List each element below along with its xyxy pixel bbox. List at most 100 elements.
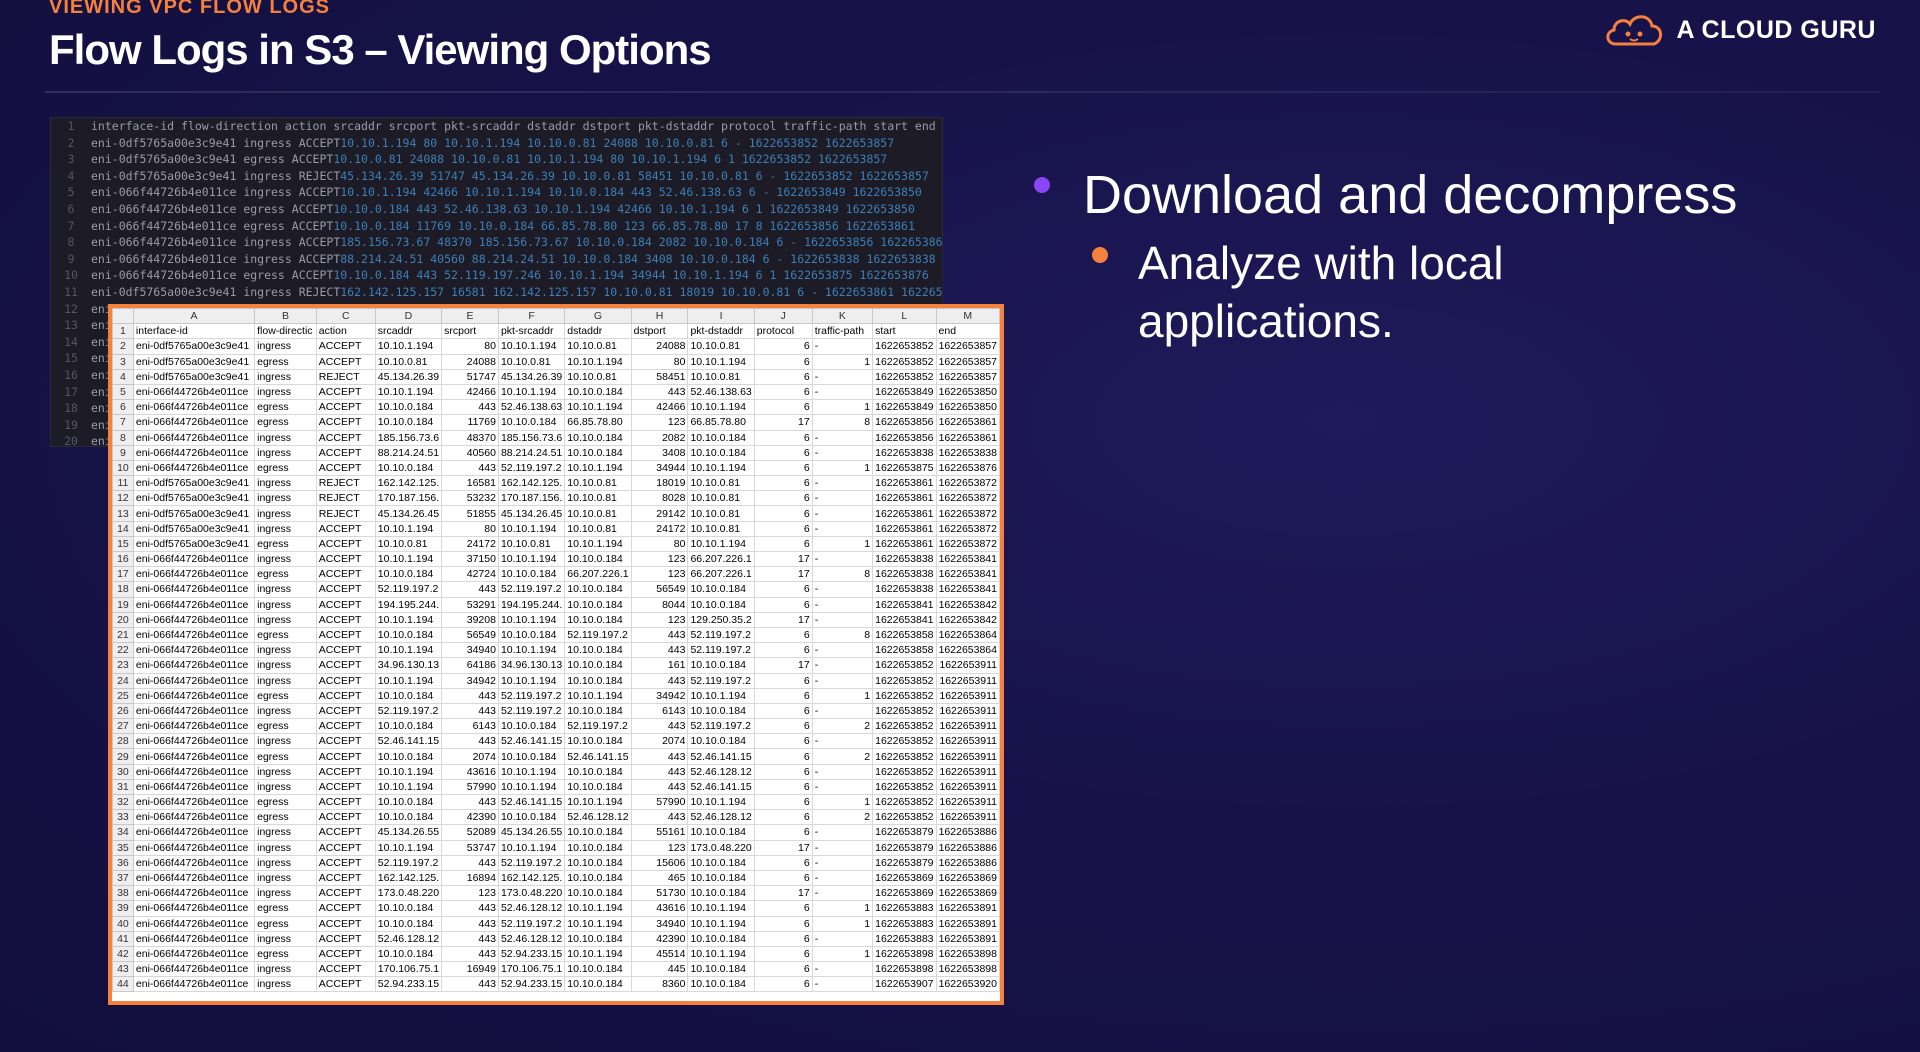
table-cell[interactable]: 52.94.233.15 [497, 945, 566, 963]
table-cell[interactable]: eni-066f44726b4e011ce [132, 702, 256, 720]
table-cell[interactable]: eni-066f44726b4e011ce [132, 444, 256, 461]
table-cell[interactable]: ingress [254, 930, 317, 947]
table-cell[interactable]: 6 [753, 763, 813, 780]
table-cell[interactable]: 58451 [630, 368, 689, 385]
table-cell[interactable]: ingress [254, 444, 317, 461]
table-cell[interactable]: eni-066f44726b4e011ce [132, 809, 256, 826]
table-cell[interactable]: 10.10.0.81 [564, 475, 632, 492]
table-cell[interactable]: 10.10.1.194 [374, 839, 443, 856]
table-cell[interactable]: 1622653911 [935, 763, 1000, 780]
table-cell[interactable]: 1622653856 [872, 414, 937, 431]
table-cell[interactable]: 1622653886 [935, 839, 1000, 856]
table-cell[interactable]: 10.10.1.194 [687, 900, 755, 917]
table-cell[interactable]: ACCEPT [315, 566, 376, 583]
table-cell[interactable]: 10.10.0.184 [687, 733, 755, 750]
table-cell[interactable]: 17 [753, 611, 813, 628]
table-cell[interactable]: eni-066f44726b4e011ce [132, 839, 256, 856]
row-header[interactable]: 1 [112, 323, 134, 340]
table-cell[interactable]: ingress [254, 657, 317, 674]
table-cell[interactable]: 1622653911 [935, 809, 1000, 826]
table-cell[interactable]: 1622653869 [935, 885, 1000, 902]
table-cell[interactable]: 52.119.197.2 [497, 687, 566, 704]
table-cell[interactable]: 6 [753, 793, 813, 811]
table-cell[interactable]: 2 [811, 809, 874, 826]
table-cell[interactable]: 170.106.75.1 [374, 961, 443, 978]
table-cell[interactable]: eni-066f44726b4e011ce [132, 429, 256, 446]
table-cell[interactable]: - [811, 869, 874, 887]
table-cell[interactable]: eni-0df5765a00e3c9e41 [132, 338, 256, 355]
table-cell[interactable]: - [811, 930, 874, 947]
table-cell[interactable]: 10.10.0.184 [687, 824, 755, 841]
table-cell[interactable]: 10.10.0.81 [564, 505, 632, 522]
row-header[interactable]: 22 [112, 642, 134, 659]
table-cell[interactable]: egress [254, 718, 317, 735]
table-cell[interactable]: 10.10.0.184 [497, 626, 566, 644]
table-cell[interactable]: 10.10.0.184 [687, 702, 755, 720]
table-cell[interactable]: 10.10.0.184 [564, 930, 632, 947]
table-cell[interactable]: 443 [441, 915, 499, 932]
table-cell[interactable]: 1622653879 [872, 824, 937, 841]
table-cell[interactable]: - [811, 885, 874, 902]
table-cell[interactable]: 6 [753, 581, 813, 598]
table-cell[interactable]: 1622653857 [935, 353, 1000, 370]
table-cell[interactable]: 443 [441, 930, 499, 947]
table-cell[interactable]: - [811, 368, 874, 385]
table-cell[interactable]: ACCEPT [315, 444, 376, 461]
table-cell[interactable]: eni-066f44726b4e011ce [132, 414, 256, 431]
table-cell[interactable]: 1622653861 [872, 535, 937, 553]
table-cell[interactable]: 1622653911 [935, 733, 1000, 750]
table-cell[interactable]: 443 [630, 778, 689, 796]
table-cell[interactable]: 2 [811, 718, 874, 735]
row-header[interactable]: 8 [112, 429, 134, 446]
table-cell[interactable]: 10.10.1.194 [497, 642, 566, 659]
table-cell[interactable]: 45.134.26.45 [497, 505, 566, 522]
table-cell[interactable]: eni-066f44726b4e011ce [132, 961, 256, 978]
table-cell[interactable]: 1622653852 [872, 793, 937, 811]
table-cell[interactable]: 1 [811, 793, 874, 811]
table-cell[interactable]: ingress [254, 581, 317, 598]
table-cell[interactable]: 162.142.125. [374, 475, 443, 492]
table-cell[interactable]: eni-066f44726b4e011ce [132, 642, 256, 659]
table-cell[interactable]: 10.10.0.184 [564, 383, 632, 401]
table-cell[interactable]: 8 [811, 414, 874, 431]
table-cell[interactable]: 10.10.0.184 [687, 930, 755, 947]
table-cell[interactable]: 52089 [441, 824, 499, 841]
table-cell[interactable]: 1622653838 [872, 444, 937, 461]
table-cell[interactable]: REJECT [315, 505, 376, 522]
table-cell[interactable]: 24172 [630, 520, 689, 537]
table-cell[interactable]: 173.0.48.220 [687, 839, 755, 856]
table-cell[interactable]: 1622653891 [935, 930, 1000, 947]
table-cell[interactable]: ACCEPT [315, 581, 376, 598]
table-cell[interactable]: - [811, 778, 874, 796]
table-cell[interactable]: - [811, 429, 874, 446]
table-cell[interactable]: 66.207.226.1 [687, 550, 755, 568]
table-cell[interactable]: 10.10.1.194 [374, 611, 443, 628]
table-cell[interactable]: 10.10.0.184 [374, 687, 443, 704]
table-cell[interactable]: 1622653879 [872, 854, 937, 871]
row-header[interactable]: 44 [112, 976, 134, 993]
table-cell[interactable]: 10.10.1.194 [497, 520, 566, 537]
table-cell[interactable]: eni-066f44726b4e011ce [132, 763, 256, 780]
table-cell[interactable]: 10.10.0.184 [687, 976, 755, 993]
table-cell[interactable]: 194.195.244. [374, 596, 443, 613]
table-cell[interactable]: 443 [441, 399, 499, 416]
table-cell[interactable]: 10.10.0.184 [374, 748, 443, 765]
table-cell[interactable]: 53291 [441, 596, 499, 613]
table-cell[interactable]: 443 [630, 672, 689, 689]
table-cell[interactable]: 10.10.0.81 [687, 505, 755, 522]
row-header[interactable]: 25 [112, 687, 134, 704]
table-cell[interactable]: ingress [254, 520, 317, 537]
table-cell[interactable]: ACCEPT [315, 900, 376, 917]
table-cell[interactable]: ACCEPT [315, 687, 376, 704]
table-cell[interactable]: eni-066f44726b4e011ce [132, 687, 256, 704]
select-all-corner[interactable] [112, 308, 134, 325]
table-cell[interactable]: 80 [630, 353, 689, 370]
table-cell[interactable]: eni-0df5765a00e3c9e41 [132, 520, 256, 537]
table-cell[interactable]: ACCEPT [315, 459, 376, 477]
table-cell[interactable]: 10.10.1.194 [564, 399, 632, 416]
table-cell[interactable]: 10.10.1.194 [564, 945, 632, 963]
table-cell[interactable]: 6 [753, 338, 813, 355]
table-cell[interactable]: 10.10.1.194 [497, 839, 566, 856]
table-cell[interactable]: ACCEPT [315, 429, 376, 446]
table-cell[interactable]: 1622653872 [935, 490, 1000, 507]
